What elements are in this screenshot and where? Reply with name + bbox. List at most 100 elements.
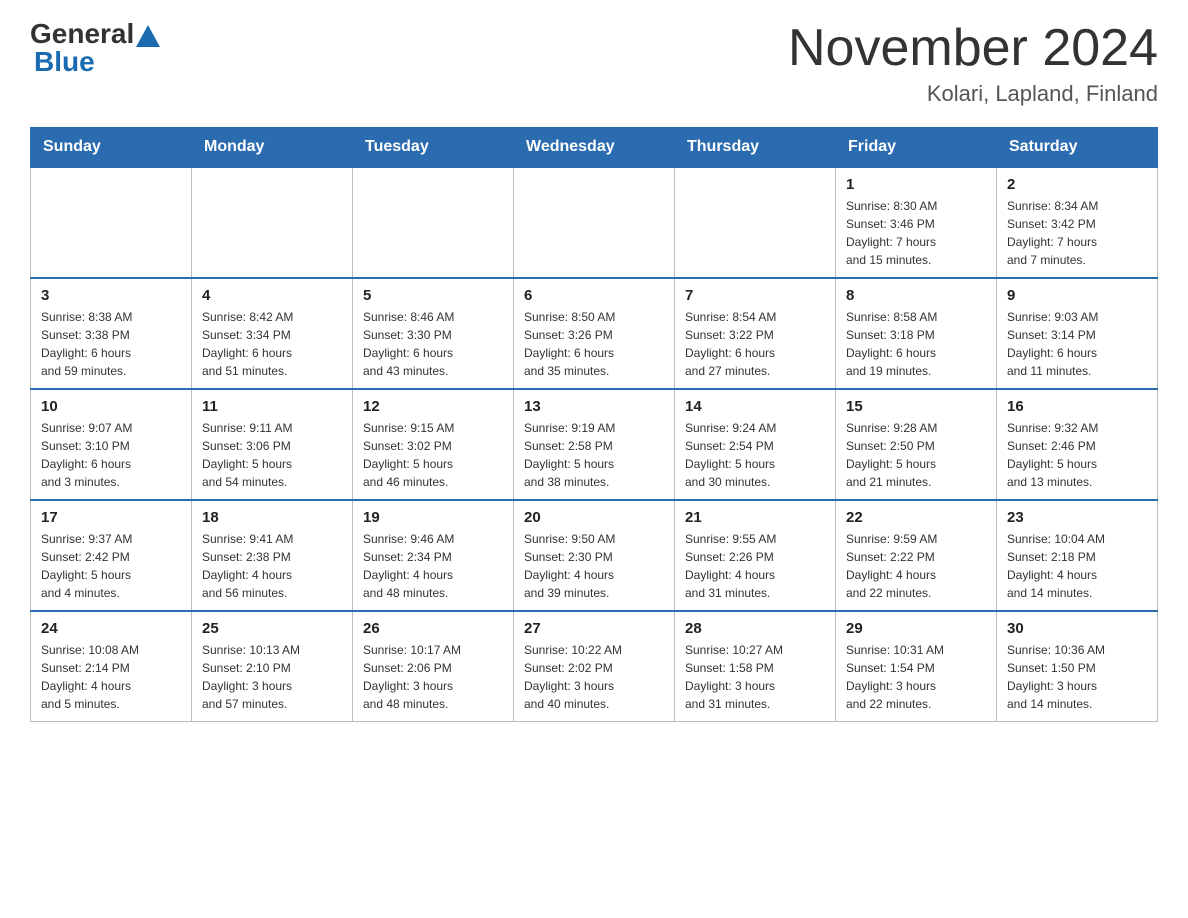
calendar-cell: 7 Sunrise: 8:54 AM Sunset: 3:22 PM Daylig…: [675, 278, 836, 389]
calendar-cell: 22 Sunrise: 9:59 AM Sunset: 2:22 PM Dayli…: [836, 500, 997, 611]
day-info: Sunrise: 10:04 AM Sunset: 2:18 PM Daylig…: [1007, 530, 1147, 602]
day-info: Sunrise: 8:54 AM Sunset: 3:22 PM Dayligh…: [685, 308, 825, 380]
day-number: 12: [363, 398, 503, 415]
logo-triangle-icon: [136, 25, 160, 47]
calendar-header-tuesday: Tuesday: [353, 128, 514, 168]
day-number: 10: [41, 398, 181, 415]
day-number: 27: [524, 620, 664, 637]
calendar-week-row: 17 Sunrise: 9:37 AM Sunset: 2:42 PM Dayli…: [31, 500, 1158, 611]
day-info: Sunrise: 10:36 AM Sunset: 1:50 PM Daylig…: [1007, 641, 1147, 713]
day-number: 18: [202, 509, 342, 526]
day-info: Sunrise: 10:27 AM Sunset: 1:58 PM Daylig…: [685, 641, 825, 713]
day-number: 3: [41, 287, 181, 304]
day-info: Sunrise: 9:28 AM Sunset: 2:50 PM Dayligh…: [846, 419, 986, 491]
day-info: Sunrise: 8:46 AM Sunset: 3:30 PM Dayligh…: [363, 308, 503, 380]
day-info: Sunrise: 10:08 AM Sunset: 2:14 PM Daylig…: [41, 641, 181, 713]
calendar-header-row: SundayMondayTuesdayWednesdayThursdayFrid…: [31, 128, 1158, 168]
calendar-cell: 3 Sunrise: 8:38 AM Sunset: 3:38 PM Daylig…: [31, 278, 192, 389]
day-number: 17: [41, 509, 181, 526]
day-number: 5: [363, 287, 503, 304]
day-info: Sunrise: 8:30 AM Sunset: 3:46 PM Dayligh…: [846, 197, 986, 269]
calendar-cell: 23Sunrise: 10:04 AM Sunset: 2:18 PM Dayl…: [997, 500, 1158, 611]
day-number: 30: [1007, 620, 1147, 637]
day-info: Sunrise: 9:55 AM Sunset: 2:26 PM Dayligh…: [685, 530, 825, 602]
day-info: Sunrise: 9:32 AM Sunset: 2:46 PM Dayligh…: [1007, 419, 1147, 491]
day-number: 6: [524, 287, 664, 304]
calendar-header-sunday: Sunday: [31, 128, 192, 168]
calendar-cell: 30 Sunrise: 10:36 AM Sunset: 1:50 PM Dayl…: [997, 611, 1158, 722]
calendar-cell: 19 Sunrise: 9:46 AM Sunset: 2:34 PM Dayli…: [353, 500, 514, 611]
calendar-cell: 14Sunrise: 9:24 AM Sunset: 2:54 PM Dayli…: [675, 389, 836, 500]
calendar-cell: 2 Sunrise: 8:34 AM Sunset: 3:42 PM Daylig…: [997, 167, 1158, 278]
calendar-cell: 9Sunrise: 9:03 AM Sunset: 3:14 PM Daylig…: [997, 278, 1158, 389]
day-info: Sunrise: 9:11 AM Sunset: 3:06 PM Dayligh…: [202, 419, 342, 491]
calendar-cell: 11 Sunrise: 9:11 AM Sunset: 3:06 PM Dayli…: [192, 389, 353, 500]
day-number: 28: [685, 620, 825, 637]
day-info: Sunrise: 9:15 AM Sunset: 3:02 PM Dayligh…: [363, 419, 503, 491]
day-number: 22: [846, 509, 986, 526]
logo-blue: Blue: [34, 46, 95, 77]
calendar-week-row: 3 Sunrise: 8:38 AM Sunset: 3:38 PM Daylig…: [31, 278, 1158, 389]
calendar-cell: 29Sunrise: 10:31 AM Sunset: 1:54 PM Dayl…: [836, 611, 997, 722]
calendar-week-row: 10 Sunrise: 9:07 AM Sunset: 3:10 PM Dayli…: [31, 389, 1158, 500]
day-info: Sunrise: 8:34 AM Sunset: 3:42 PM Dayligh…: [1007, 197, 1147, 269]
day-number: 29: [846, 620, 986, 637]
location-subtitle: Kolari, Lapland, Finland: [788, 81, 1158, 107]
title-section: November 2024 Kolari, Lapland, Finland: [788, 20, 1158, 107]
calendar-header-saturday: Saturday: [997, 128, 1158, 168]
calendar-cell: 26Sunrise: 10:17 AM Sunset: 2:06 PM Dayl…: [353, 611, 514, 722]
day-number: 4: [202, 287, 342, 304]
day-number: 20: [524, 509, 664, 526]
calendar-cell: 13Sunrise: 9:19 AM Sunset: 2:58 PM Dayli…: [514, 389, 675, 500]
day-number: 2: [1007, 176, 1147, 193]
calendar-cell: 6 Sunrise: 8:50 AM Sunset: 3:26 PM Daylig…: [514, 278, 675, 389]
calendar-header-thursday: Thursday: [675, 128, 836, 168]
day-number: 15: [846, 398, 986, 415]
calendar-cell: 1Sunrise: 8:30 AM Sunset: 3:46 PM Daylig…: [836, 167, 997, 278]
calendar-cell: [675, 167, 836, 278]
day-number: 21: [685, 509, 825, 526]
calendar-cell: 27 Sunrise: 10:22 AM Sunset: 2:02 PM Dayl…: [514, 611, 675, 722]
day-number: 25: [202, 620, 342, 637]
calendar-cell: [192, 167, 353, 278]
month-title: November 2024: [788, 20, 1158, 77]
day-info: Sunrise: 9:03 AM Sunset: 3:14 PM Dayligh…: [1007, 308, 1147, 380]
page-header: General Blue November 2024 Kolari, Lapla…: [30, 20, 1158, 107]
calendar-cell: 15 Sunrise: 9:28 AM Sunset: 2:50 PM Dayli…: [836, 389, 997, 500]
day-info: Sunrise: 9:50 AM Sunset: 2:30 PM Dayligh…: [524, 530, 664, 602]
day-info: Sunrise: 8:58 AM Sunset: 3:18 PM Dayligh…: [846, 308, 986, 380]
day-info: Sunrise: 9:07 AM Sunset: 3:10 PM Dayligh…: [41, 419, 181, 491]
day-number: 7: [685, 287, 825, 304]
calendar-cell: 17 Sunrise: 9:37 AM Sunset: 2:42 PM Dayli…: [31, 500, 192, 611]
day-number: 19: [363, 509, 503, 526]
calendar-header-wednesday: Wednesday: [514, 128, 675, 168]
calendar-cell: [31, 167, 192, 278]
day-info: Sunrise: 9:59 AM Sunset: 2:22 PM Dayligh…: [846, 530, 986, 602]
calendar-header-friday: Friday: [836, 128, 997, 168]
day-number: 14: [685, 398, 825, 415]
calendar-cell: 21 Sunrise: 9:55 AM Sunset: 2:26 PM Dayli…: [675, 500, 836, 611]
calendar-cell: 12 Sunrise: 9:15 AM Sunset: 3:02 PM Dayli…: [353, 389, 514, 500]
calendar-cell: 16 Sunrise: 9:32 AM Sunset: 2:46 PM Dayli…: [997, 389, 1158, 500]
day-number: 13: [524, 398, 664, 415]
day-info: Sunrise: 9:37 AM Sunset: 2:42 PM Dayligh…: [41, 530, 181, 602]
day-number: 11: [202, 398, 342, 415]
calendar-cell: 5 Sunrise: 8:46 AM Sunset: 3:30 PM Daylig…: [353, 278, 514, 389]
day-info: Sunrise: 9:46 AM Sunset: 2:34 PM Dayligh…: [363, 530, 503, 602]
logo-general: General: [30, 20, 134, 48]
day-info: Sunrise: 10:22 AM Sunset: 2:02 PM Daylig…: [524, 641, 664, 713]
calendar-cell: 18Sunrise: 9:41 AM Sunset: 2:38 PM Dayli…: [192, 500, 353, 611]
calendar-table: SundayMondayTuesdayWednesdayThursdayFrid…: [30, 127, 1158, 722]
logo: General Blue: [30, 20, 162, 78]
day-info: Sunrise: 8:42 AM Sunset: 3:34 PM Dayligh…: [202, 308, 342, 380]
calendar-cell: 25 Sunrise: 10:13 AM Sunset: 2:10 PM Dayl…: [192, 611, 353, 722]
day-number: 16: [1007, 398, 1147, 415]
day-info: Sunrise: 10:17 AM Sunset: 2:06 PM Daylig…: [363, 641, 503, 713]
calendar-header-monday: Monday: [192, 128, 353, 168]
day-info: Sunrise: 8:50 AM Sunset: 3:26 PM Dayligh…: [524, 308, 664, 380]
day-info: Sunrise: 8:38 AM Sunset: 3:38 PM Dayligh…: [41, 308, 181, 380]
day-info: Sunrise: 10:13 AM Sunset: 2:10 PM Daylig…: [202, 641, 342, 713]
calendar-cell: 24Sunrise: 10:08 AM Sunset: 2:14 PM Dayl…: [31, 611, 192, 722]
day-number: 8: [846, 287, 986, 304]
calendar-cell: 4 Sunrise: 8:42 AM Sunset: 3:34 PM Daylig…: [192, 278, 353, 389]
